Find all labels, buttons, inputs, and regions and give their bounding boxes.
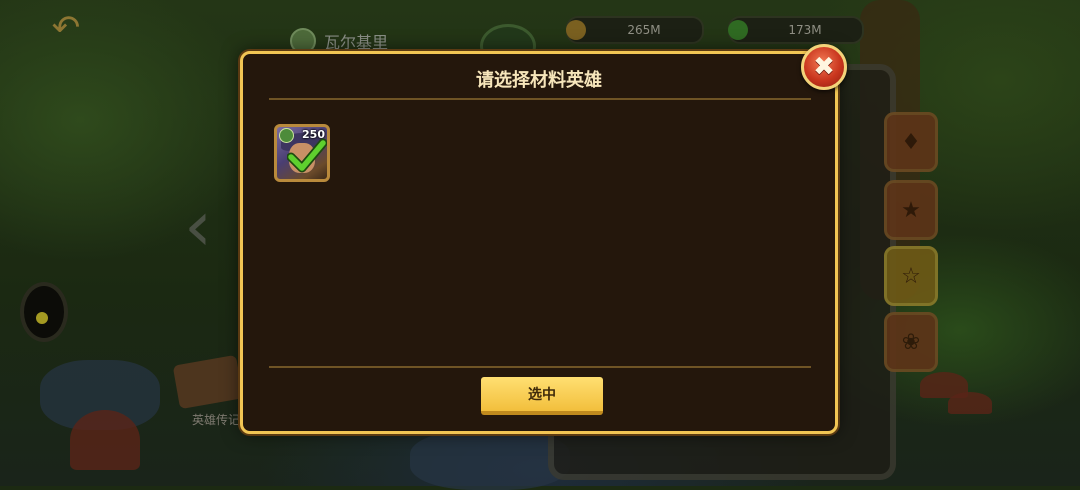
background-mushroom (948, 392, 992, 414)
background-stone (410, 430, 570, 490)
book-label: 英雄传记 (192, 413, 241, 427)
footer-divider (269, 366, 811, 368)
essence-amount: 173M (788, 23, 822, 37)
title-divider (269, 98, 811, 100)
left-side-disc-icon[interactable] (20, 282, 68, 342)
side-tab-star[interactable]: ☆ (884, 246, 938, 306)
gold-coin-icon (566, 20, 586, 40)
select-button[interactable]: 选中 (481, 377, 603, 415)
side-tab-beast[interactable]: ★ (884, 180, 938, 240)
close-button[interactable]: ✖ (801, 44, 847, 90)
back-arrow-icon[interactable]: ↶ (44, 10, 88, 46)
side-tab-lotus[interactable]: ❀ (884, 312, 938, 372)
select-material-hero-dialog: 请选择材料英雄 250 选中 (240, 51, 838, 434)
location-name: 瓦尔基里 (324, 33, 389, 52)
gold-resource: 265M (566, 16, 704, 44)
green-essence-icon (728, 20, 748, 40)
gold-amount: 265M (627, 23, 661, 37)
background-mushroom (70, 410, 140, 470)
side-tab-helmet[interactable]: ♦ (884, 112, 938, 172)
selected-check-icon (287, 138, 327, 173)
material-hero-card[interactable]: 250 (274, 124, 330, 182)
dialog-title: 请选择材料英雄 (476, 70, 602, 91)
previous-hero-arrow[interactable]: ‹ (184, 186, 220, 266)
essence-resource: 173M (728, 16, 864, 44)
close-icon: ✖ (813, 52, 835, 82)
